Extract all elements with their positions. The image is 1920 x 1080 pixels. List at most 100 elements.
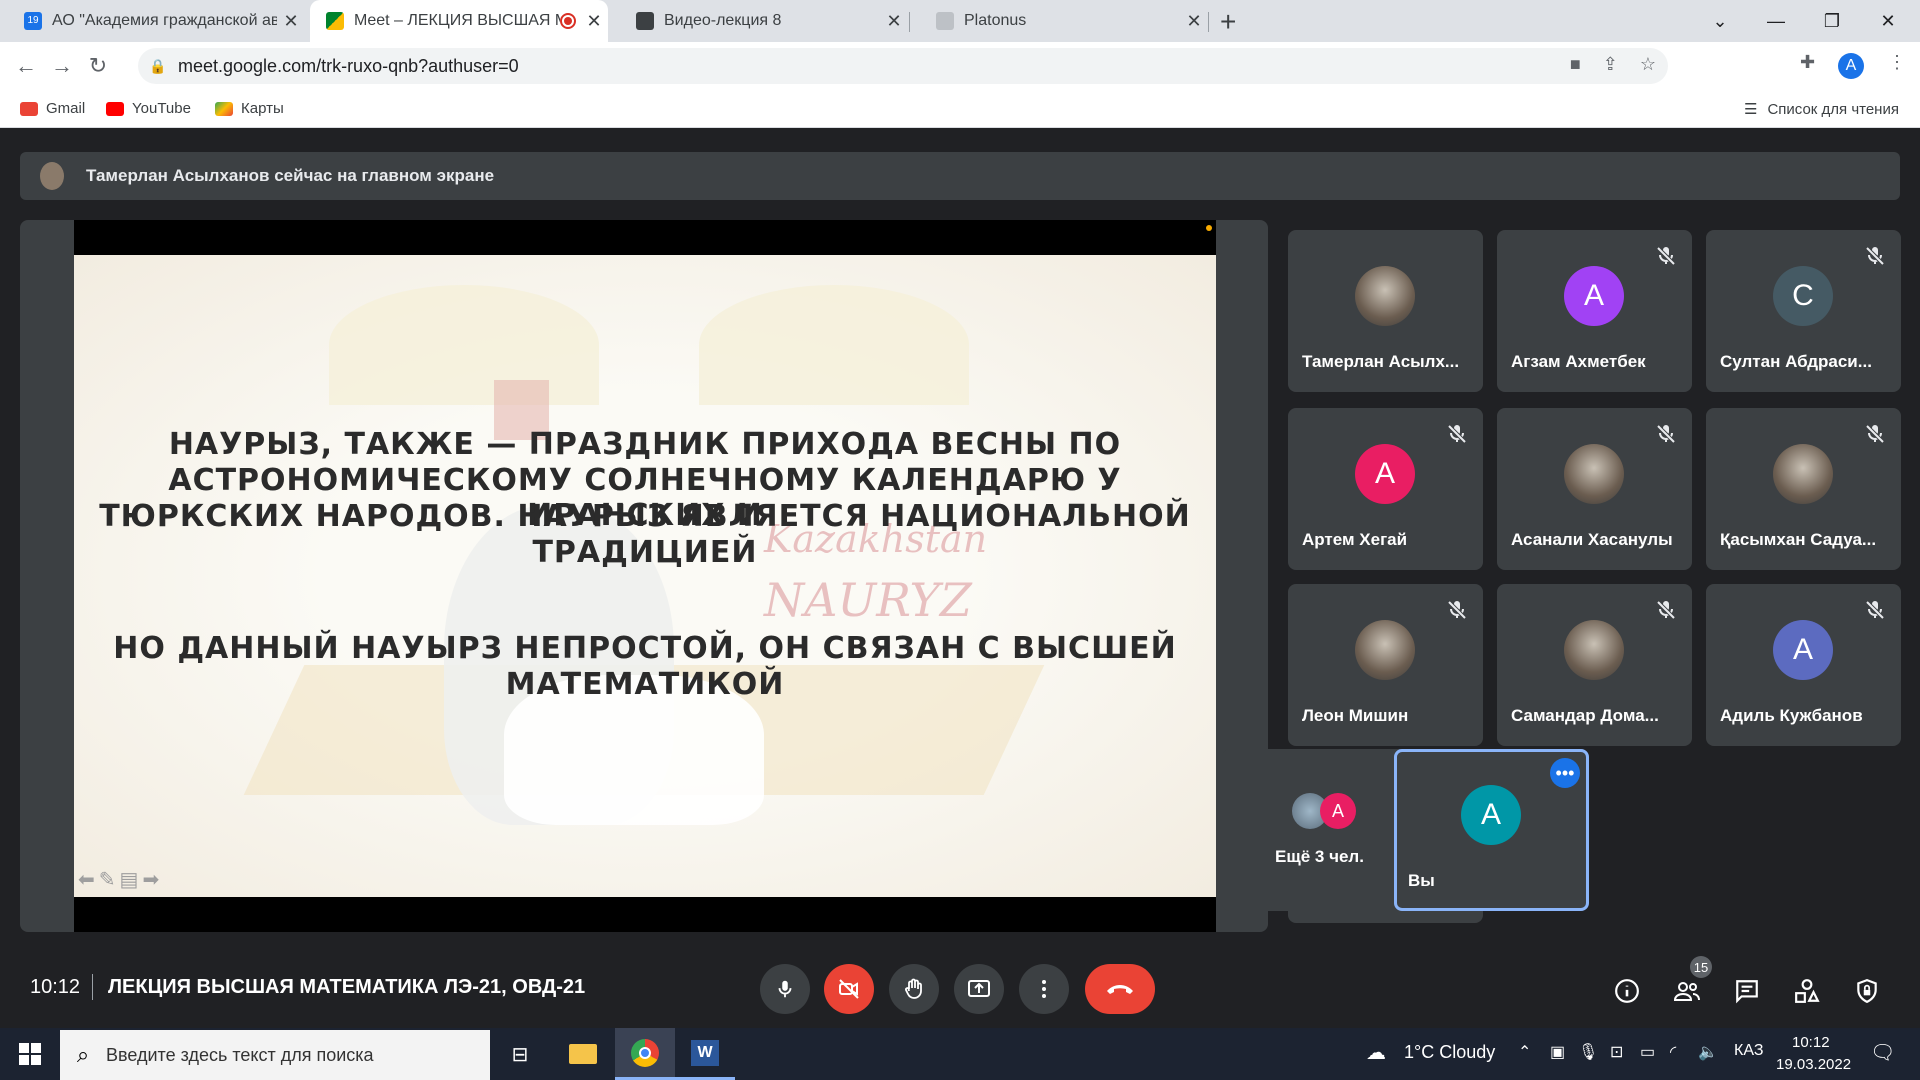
start-button[interactable] — [0, 1028, 60, 1080]
participant-tile[interactable]: C Султан Абдраси... — [1706, 230, 1901, 392]
participant-tile[interactable]: Қасымхан Садуа... — [1706, 408, 1901, 570]
people-icon — [1673, 982, 1700, 1001]
task-view-button[interactable]: ⊟ — [490, 1028, 550, 1080]
share-icon[interactable]: ⇪ — [1603, 54, 1618, 75]
meet-stage: Тамерлан Асылханов сейчас на главном экр… — [0, 128, 1920, 1028]
reload-icon[interactable]: ↻ — [80, 53, 116, 79]
yurt-right-image — [699, 285, 969, 405]
lock-icon[interactable]: 🔒 — [138, 58, 178, 75]
bookmark-gmail[interactable]: Gmail — [20, 100, 85, 117]
chrome-taskbar-button[interactable] — [615, 1028, 675, 1080]
camera-blocked-icon[interactable]: ■ — [1570, 54, 1581, 75]
prev-slide-icon[interactable]: ⬅ — [78, 867, 95, 892]
toolbar: ← → ↻ 🔒 meet.google.com/trk-ruxo-qnb?aut… — [0, 42, 1920, 90]
participant-tile[interactable]: Самандар Дома... — [1497, 584, 1692, 746]
tab-video-lecture[interactable]: Видео-лекция 8 ✕ — [612, 0, 908, 42]
minimize-button[interactable]: — — [1748, 0, 1804, 42]
participant-tile[interactable]: Асанали Хасанулы — [1497, 408, 1692, 570]
activities-button[interactable] — [1792, 976, 1822, 1006]
browser-menu-icon[interactable]: ⋮ — [1888, 52, 1906, 73]
clock-date[interactable]: 19.03.2022 — [1776, 1056, 1851, 1073]
mic-off-icon — [1654, 244, 1678, 268]
new-tab-button[interactable]: + — [1220, 6, 1236, 38]
participant-tile[interactable]: Леон Мишин — [1288, 584, 1483, 746]
microphone-icon — [778, 980, 792, 998]
tab-search-chevron-icon[interactable]: ⌄ — [1692, 0, 1748, 42]
tab-academy[interactable]: 19 АО "Академия гражданской ави ✕ — [0, 0, 305, 42]
host-controls-button[interactable] — [1852, 976, 1882, 1006]
mic-off-icon — [1445, 422, 1469, 446]
close-window-button[interactable]: ✕ — [1860, 0, 1916, 42]
maximize-button[interactable]: ❐ — [1804, 0, 1860, 42]
weather-text[interactable]: 1°C Cloudy — [1404, 1042, 1495, 1063]
back-icon[interactable]: ← — [8, 53, 44, 79]
menu-icon[interactable]: ▤ — [120, 867, 139, 892]
file-explorer-button[interactable] — [553, 1028, 613, 1080]
battery-icon[interactable]: ▭ — [1640, 1042, 1655, 1062]
tab-meet[interactable]: Meet – ЛЕКЦИЯ ВЫСШАЯ М ✕ — [310, 0, 608, 42]
word-taskbar-button[interactable]: W — [675, 1028, 735, 1080]
volume-icon[interactable]: 🔈 — [1698, 1042, 1718, 1062]
more-options-icon[interactable]: ••• — [1550, 758, 1580, 788]
slide-text-line: НО ДАННЫЙ НАУЫРЗ НЕПРОСТОЙ, ОН СВЯЗАН С … — [113, 631, 1177, 666]
avatar: A — [1461, 785, 1521, 845]
avatar — [1355, 266, 1415, 326]
participant-name: Леон Мишин — [1302, 706, 1409, 725]
self-tile[interactable]: A Вы ••• — [1394, 749, 1589, 911]
more-options-button[interactable] — [1019, 964, 1069, 1014]
camera-off-button[interactable] — [824, 964, 874, 1014]
bookmark-youtube[interactable]: YouTube — [106, 100, 191, 117]
participant-tile[interactable]: A Адиль Кужбанов — [1706, 584, 1901, 746]
pen-icon[interactable]: ✎ — [99, 867, 116, 892]
taskbar-search[interactable]: ⌕ Введите здесь текст для поиска — [60, 1030, 490, 1080]
classroom-icon — [636, 12, 654, 30]
avatar — [1564, 620, 1624, 680]
mic-tray-icon[interactable]: 🎙 — [1578, 1042, 1598, 1062]
mic-off-icon — [1863, 244, 1887, 268]
address-bar[interactable]: 🔒 meet.google.com/trk-ruxo-qnb?authuser=… — [138, 48, 1668, 84]
participants-button[interactable] — [1672, 976, 1702, 1006]
hangup-icon — [1107, 985, 1133, 994]
participant-tile[interactable]: A Артем Хегай — [1288, 408, 1483, 570]
notifications-icon[interactable]: 🗨 — [1870, 1040, 1895, 1065]
device-icon[interactable]: ▣ — [1550, 1042, 1565, 1062]
word-icon: W — [691, 1039, 719, 1066]
slide-text-line: ТРАДИЦИЕЙ — [532, 535, 758, 570]
language-indicator[interactable]: КАЗ — [1734, 1042, 1763, 1060]
bookmark-maps[interactable]: Карты — [215, 100, 284, 117]
next-slide-icon[interactable]: ➡ — [142, 867, 159, 892]
wifi-icon[interactable]: ◜ — [1670, 1042, 1676, 1062]
close-icon[interactable]: ✕ — [1180, 11, 1208, 32]
tab-platonus[interactable]: Platonus ✕ — [912, 0, 1208, 42]
participant-tile[interactable]: Тамерлан Асылх... — [1288, 230, 1483, 392]
mic-off-icon — [1654, 422, 1678, 446]
more-participants-tile[interactable]: A Ещё 3 чел. — [1222, 749, 1417, 911]
presenter-avatar — [40, 162, 64, 190]
divider — [92, 974, 93, 1000]
avatar — [1773, 444, 1833, 504]
forward-icon[interactable]: → — [44, 53, 80, 79]
tab-title: Meet – ЛЕКЦИЯ ВЫСШАЯ М — [354, 12, 560, 29]
chevron-up-icon[interactable]: ⌃ — [1518, 1042, 1531, 1062]
reading-list[interactable]: ☰ Список для чтения — [1744, 100, 1899, 119]
chat-button[interactable] — [1732, 976, 1762, 1006]
microphone-button[interactable] — [760, 964, 810, 1014]
bookmark-star-icon[interactable]: ☆ — [1640, 54, 1656, 75]
search-icon: ⌕ — [76, 1042, 90, 1067]
participant-tile[interactable]: A Агзам Ахметбек — [1497, 230, 1692, 392]
participant-name: Агзам Ахметбек — [1511, 352, 1646, 371]
extensions-icon[interactable]: ✚ — [1800, 52, 1815, 73]
presentation-tile[interactable]: Kazakhstan NAURYZ НАУРЫЗ, ТАКЖЕ — ПРАЗДН… — [20, 220, 1268, 932]
profile-avatar[interactable]: A — [1838, 53, 1864, 79]
close-icon[interactable]: ✕ — [580, 11, 608, 32]
leave-call-button[interactable] — [1085, 964, 1155, 1014]
clock-time[interactable]: 10:12 — [1792, 1034, 1830, 1051]
raise-hand-button[interactable] — [889, 964, 939, 1014]
close-icon[interactable]: ✕ — [880, 11, 908, 32]
participant-name: Артем Хегай — [1302, 530, 1408, 549]
participant-name: Султан Абдраси... — [1720, 352, 1872, 371]
meeting-info-button[interactable] — [1612, 976, 1642, 1006]
close-icon[interactable]: ✕ — [277, 11, 305, 32]
network-icon[interactable]: ⊡ — [1610, 1042, 1623, 1062]
present-screen-button[interactable] — [954, 964, 1004, 1014]
